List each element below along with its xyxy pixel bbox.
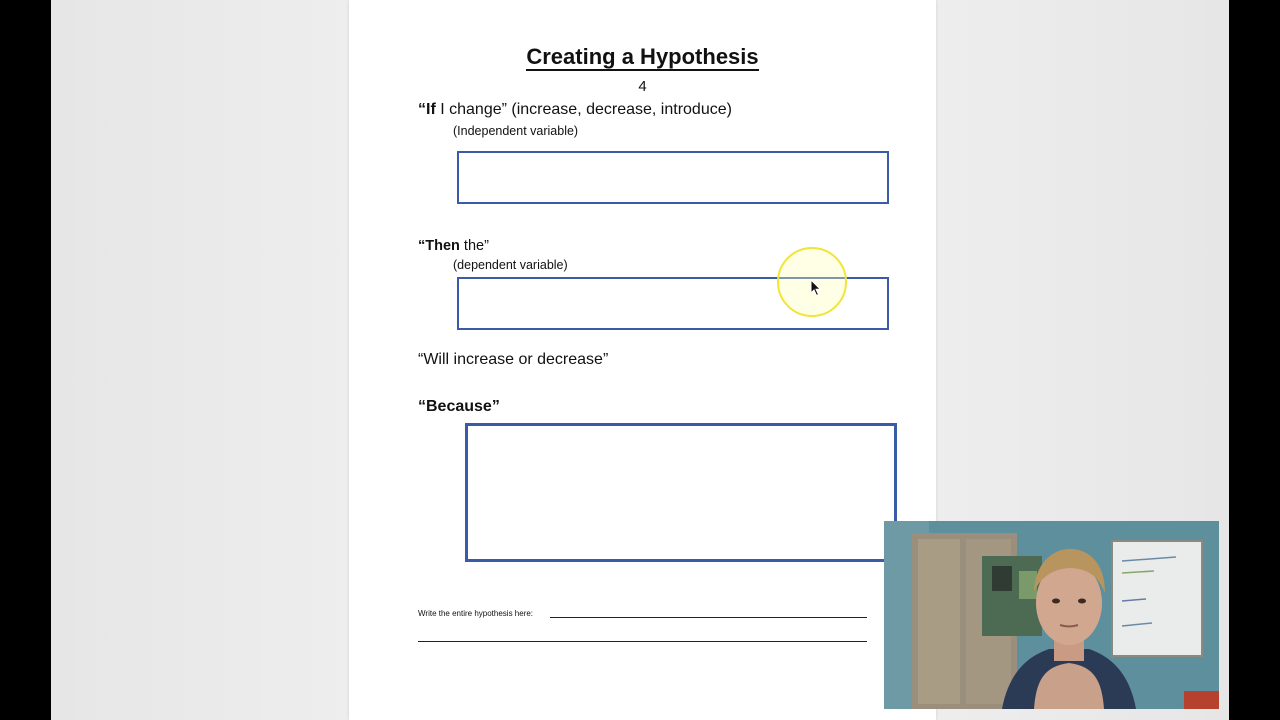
arrow-cursor-icon	[810, 279, 822, 297]
then-prompt-bold: “Then	[418, 238, 460, 254]
if-prompt-bold: “If	[418, 101, 436, 118]
hypothesis-line-1[interactable]	[550, 617, 867, 618]
screen: Creating a Hypothesis 4 “If I change” (i…	[0, 0, 1280, 720]
if-prompt: “If I change” (increase, decrease, intro…	[418, 101, 732, 119]
then-prompt: “Then the”	[418, 238, 489, 254]
then-prompt-rest: the”	[459, 238, 489, 254]
because-box[interactable]	[465, 423, 897, 562]
independent-variable-box[interactable]	[457, 151, 889, 204]
webcam-overlay	[884, 521, 1219, 709]
dependent-variable-hint: (dependent variable)	[453, 258, 568, 272]
page-title: Creating a Hypothesis	[349, 44, 936, 71]
write-hypothesis-label: Write the entire hypothesis here:	[418, 609, 534, 618]
hypothesis-line-2[interactable]	[418, 641, 867, 642]
webcam-feed	[884, 521, 1219, 709]
letterbox-left	[0, 0, 51, 720]
document-page[interactable]: Creating a Hypothesis 4 “If I change” (i…	[349, 0, 936, 720]
independent-variable-hint: (Independent variable)	[453, 124, 579, 138]
if-prompt-rest: I change” (increase, decrease, introduce…	[435, 101, 732, 118]
page-number: 4	[638, 78, 647, 95]
because-prompt: “Because”	[418, 398, 500, 415]
page-title-text: Creating a Hypothesis	[526, 44, 759, 71]
will-prompt: “Will increase or decrease”	[418, 351, 609, 368]
letterbox-right	[1229, 0, 1280, 720]
